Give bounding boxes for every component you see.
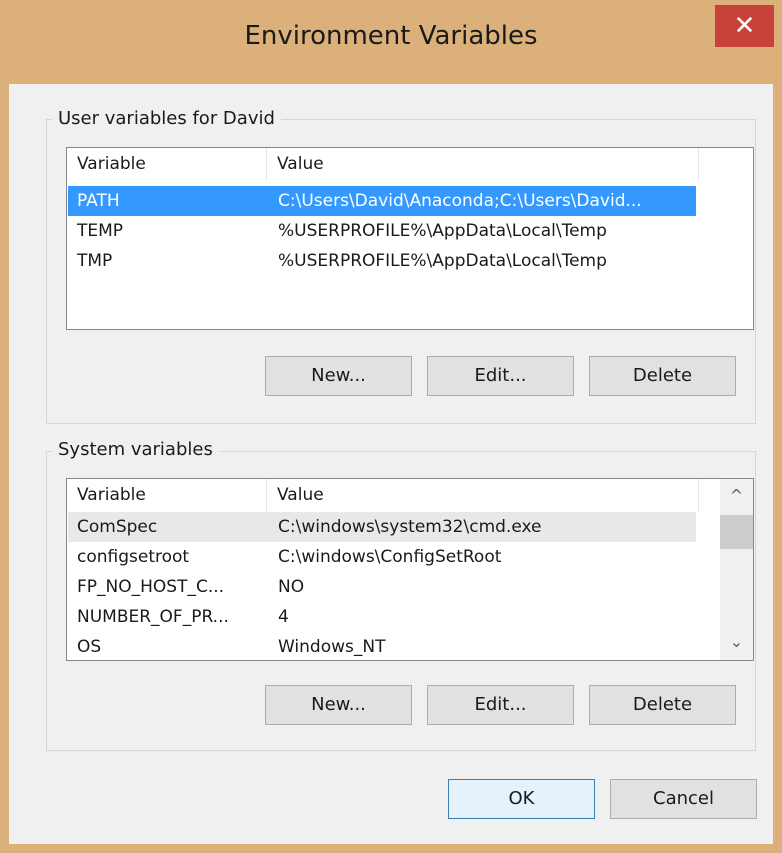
system-variable-row[interactable]: OS Windows_NT [68,632,696,660]
system-variable-row[interactable]: ComSpec C:\windows\system32\cmd.exe [68,512,696,542]
row-variable: FP_NO_HOST_C... [77,577,225,597]
system-variables-label: System variables [52,439,219,460]
column-header-value[interactable]: Value [267,148,699,180]
column-header-value[interactable]: Value [267,479,699,511]
row-variable: ComSpec [77,517,158,537]
system-edit-button[interactable]: Edit... [427,685,574,725]
system-new-button[interactable]: New... [265,685,412,725]
row-value: %USERPROFILE%\AppData\Local\Temp [278,221,607,241]
user-list-header: Variable Value [67,148,753,180]
system-delete-button[interactable]: Delete [589,685,736,725]
title-bar[interactable]: Environment Variables ✕ [0,0,782,84]
system-variables-list[interactable]: Variable Value ComSpec C:\windows\system… [66,478,754,661]
user-variables-label: User variables for David [52,108,281,129]
row-value: C:\windows\system32\cmd.exe [278,517,542,537]
ok-button[interactable]: OK [448,779,595,819]
column-header-variable[interactable]: Variable [67,148,267,180]
system-variable-row[interactable]: FP_NO_HOST_C... NO [68,572,696,602]
user-variable-row[interactable]: PATH C:\Users\David\Anaconda;C:\Users\Da… [68,186,696,216]
close-icon: ✕ [733,11,756,41]
user-edit-button[interactable]: Edit... [427,356,574,396]
scroll-down-icon[interactable]: ⌄ [720,627,753,657]
row-variable: configsetroot [77,547,190,567]
row-value: C:\Users\David\Anaconda;C:\Users\David..… [278,191,642,211]
row-variable: NUMBER_OF_PR... [77,607,229,627]
dialog-title: Environment Variables [244,21,538,51]
user-variable-row[interactable]: TMP %USERPROFILE%\AppData\Local\Temp [68,246,696,276]
scroll-up-icon[interactable]: ^ [720,481,753,511]
row-variable: TEMP [77,221,124,241]
user-variables-list[interactable]: Variable Value PATH C:\Users\David\Anaco… [66,147,754,330]
row-value: NO [278,577,305,597]
cancel-button[interactable]: Cancel [610,779,757,819]
row-value: %USERPROFILE%\AppData\Local\Temp [278,251,607,271]
row-variable: PATH [77,191,120,211]
system-list-scrollbar[interactable]: ^ ⌄ [720,479,753,660]
close-button[interactable]: ✕ [715,5,774,47]
column-header-variable[interactable]: Variable [67,479,267,511]
user-new-button[interactable]: New... [265,356,412,396]
system-variable-row[interactable]: configsetroot C:\windows\ConfigSetRoot [68,542,696,572]
user-variable-row[interactable]: TEMP %USERPROFILE%\AppData\Local\Temp [68,216,696,246]
environment-variables-dialog: Environment Variables ✕ User variables f… [0,0,782,853]
row-variable: OS [77,637,102,657]
user-delete-button[interactable]: Delete [589,356,736,396]
row-value: 4 [278,607,289,627]
row-value: C:\windows\ConfigSetRoot [278,547,502,567]
row-value: Windows_NT [278,637,386,657]
system-variable-row[interactable]: NUMBER_OF_PR... 4 [68,602,696,632]
scrollbar-thumb[interactable] [720,515,753,549]
row-variable: TMP [77,251,113,271]
system-list-header: Variable Value [67,479,753,511]
